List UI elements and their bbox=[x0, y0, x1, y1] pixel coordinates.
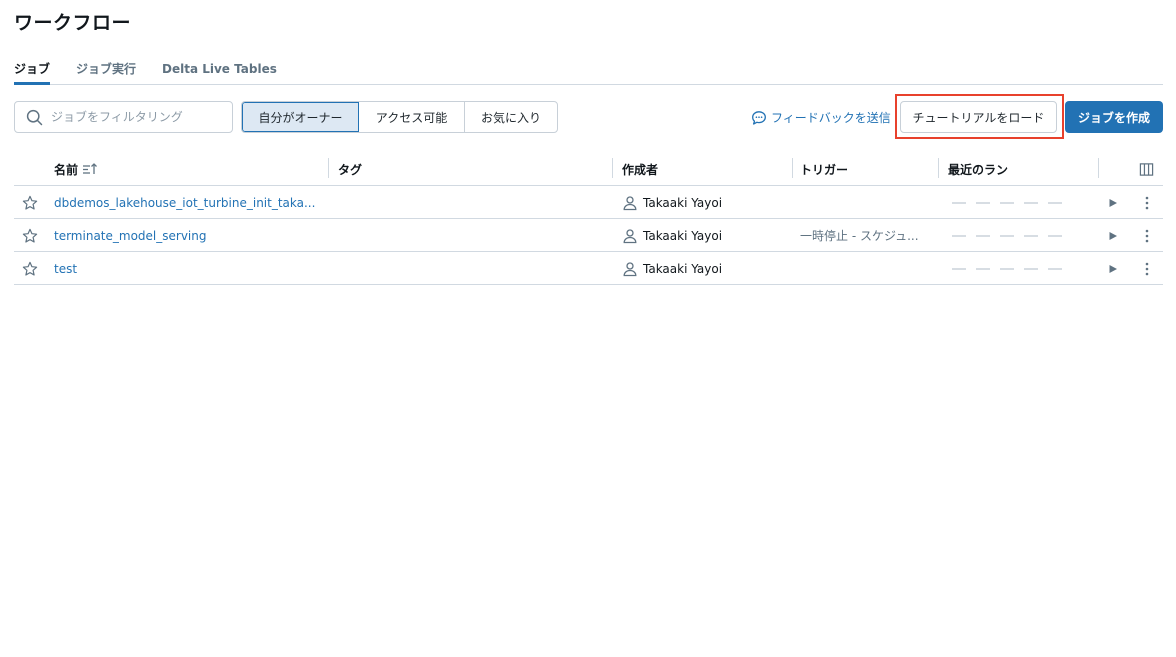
recent-runs-placeholder bbox=[952, 252, 1072, 285]
job-filter-search bbox=[14, 101, 233, 133]
play-icon bbox=[1109, 231, 1117, 240]
run-now-button[interactable] bbox=[1108, 186, 1118, 219]
column-header-name[interactable]: 名前 bbox=[54, 152, 98, 186]
play-icon bbox=[1109, 264, 1117, 273]
favorite-star-button[interactable] bbox=[22, 219, 38, 252]
creator-cell: Takaaki Yayoi bbox=[622, 252, 722, 285]
search-icon bbox=[26, 109, 43, 125]
job-name-link[interactable]: dbdemos_lakehouse_iot_turbine_init_taka.… bbox=[54, 186, 315, 219]
table-row: dbdemos_lakehouse_iot_turbine_init_taka.… bbox=[14, 186, 1163, 219]
row-menu-button[interactable] bbox=[1140, 219, 1154, 252]
column-divider[interactable] bbox=[938, 158, 939, 178]
column-header-tags[interactable]: タグ bbox=[338, 152, 362, 186]
column-header-recent-runs[interactable]: 最近のラン bbox=[948, 152, 1008, 186]
sort-icon bbox=[83, 163, 97, 174]
star-icon bbox=[22, 228, 38, 243]
ownership-filter: 自分がオーナー アクセス可能 お気に入り bbox=[241, 101, 558, 133]
table-row: test Takaaki Yayoi bbox=[14, 252, 1163, 285]
job-name-link[interactable]: terminate_model_serving bbox=[54, 219, 206, 252]
user-icon bbox=[623, 195, 637, 210]
play-icon bbox=[1109, 198, 1117, 207]
star-icon bbox=[22, 195, 38, 210]
send-feedback-label: フィードバックを送信 bbox=[771, 111, 891, 125]
creator-cell: Takaaki Yayoi bbox=[622, 186, 722, 219]
column-settings-button[interactable] bbox=[1139, 152, 1154, 186]
tab-jobs[interactable]: ジョブ bbox=[14, 61, 50, 85]
user-icon bbox=[623, 228, 637, 243]
column-name-label: 名前 bbox=[54, 162, 79, 177]
favorite-star-button[interactable] bbox=[22, 186, 38, 219]
create-job-button[interactable]: ジョブを作成 bbox=[1065, 101, 1163, 133]
load-tutorial-button[interactable]: チュートリアルをロード bbox=[900, 101, 1057, 133]
filter-accessible-button[interactable]: アクセス可能 bbox=[359, 102, 465, 132]
creator-name: Takaaki Yayoi bbox=[643, 261, 723, 276]
kebab-menu-icon bbox=[1145, 196, 1149, 209]
table-header: 名前 タグ 作成者 トリガー 最近のラン bbox=[14, 152, 1163, 186]
tab-bar: ジョブ ジョブ実行 Delta Live Tables bbox=[14, 61, 1163, 85]
tab-job-runs[interactable]: ジョブ実行 bbox=[76, 61, 136, 85]
recent-runs-placeholder bbox=[952, 186, 1072, 219]
tab-delta-live-tables[interactable]: Delta Live Tables bbox=[162, 61, 277, 85]
search-input[interactable] bbox=[51, 110, 221, 124]
star-icon bbox=[22, 261, 38, 276]
column-divider[interactable] bbox=[1098, 158, 1099, 178]
column-divider[interactable] bbox=[792, 158, 793, 178]
chat-bubble-icon bbox=[752, 110, 766, 125]
columns-icon bbox=[1139, 162, 1154, 176]
creator-name: Takaaki Yayoi bbox=[643, 195, 723, 210]
jobs-table: 名前 タグ 作成者 トリガー 最近のラン dbdemos_lakehouse_i… bbox=[14, 152, 1163, 285]
creator-cell: Takaaki Yayoi bbox=[622, 219, 722, 252]
row-menu-button[interactable] bbox=[1140, 186, 1154, 219]
filter-owned-by-me-button[interactable]: 自分がオーナー bbox=[242, 102, 359, 132]
table-row: terminate_model_serving Takaaki Yayoi 一時… bbox=[14, 219, 1163, 252]
job-name-link[interactable]: test bbox=[54, 252, 77, 285]
run-now-button[interactable] bbox=[1108, 219, 1118, 252]
column-header-trigger[interactable]: トリガー bbox=[800, 152, 848, 186]
column-header-creator[interactable]: 作成者 bbox=[622, 152, 658, 186]
send-feedback-link[interactable]: フィードバックを送信 bbox=[751, 109, 891, 126]
column-divider[interactable] bbox=[612, 158, 613, 178]
recent-runs-placeholder bbox=[952, 219, 1072, 252]
kebab-menu-icon bbox=[1145, 229, 1149, 242]
kebab-menu-icon bbox=[1145, 262, 1149, 275]
column-divider[interactable] bbox=[328, 158, 329, 178]
favorite-star-button[interactable] bbox=[22, 252, 38, 285]
run-now-button[interactable] bbox=[1108, 252, 1118, 285]
page-title: ワークフロー bbox=[14, 12, 132, 34]
trigger-cell: 一時停止 - スケジュ... bbox=[800, 229, 919, 243]
filter-favorites-button[interactable]: お気に入り bbox=[465, 102, 557, 132]
row-menu-button[interactable] bbox=[1140, 252, 1154, 285]
creator-name: Takaaki Yayoi bbox=[643, 228, 723, 243]
user-icon bbox=[623, 261, 637, 276]
